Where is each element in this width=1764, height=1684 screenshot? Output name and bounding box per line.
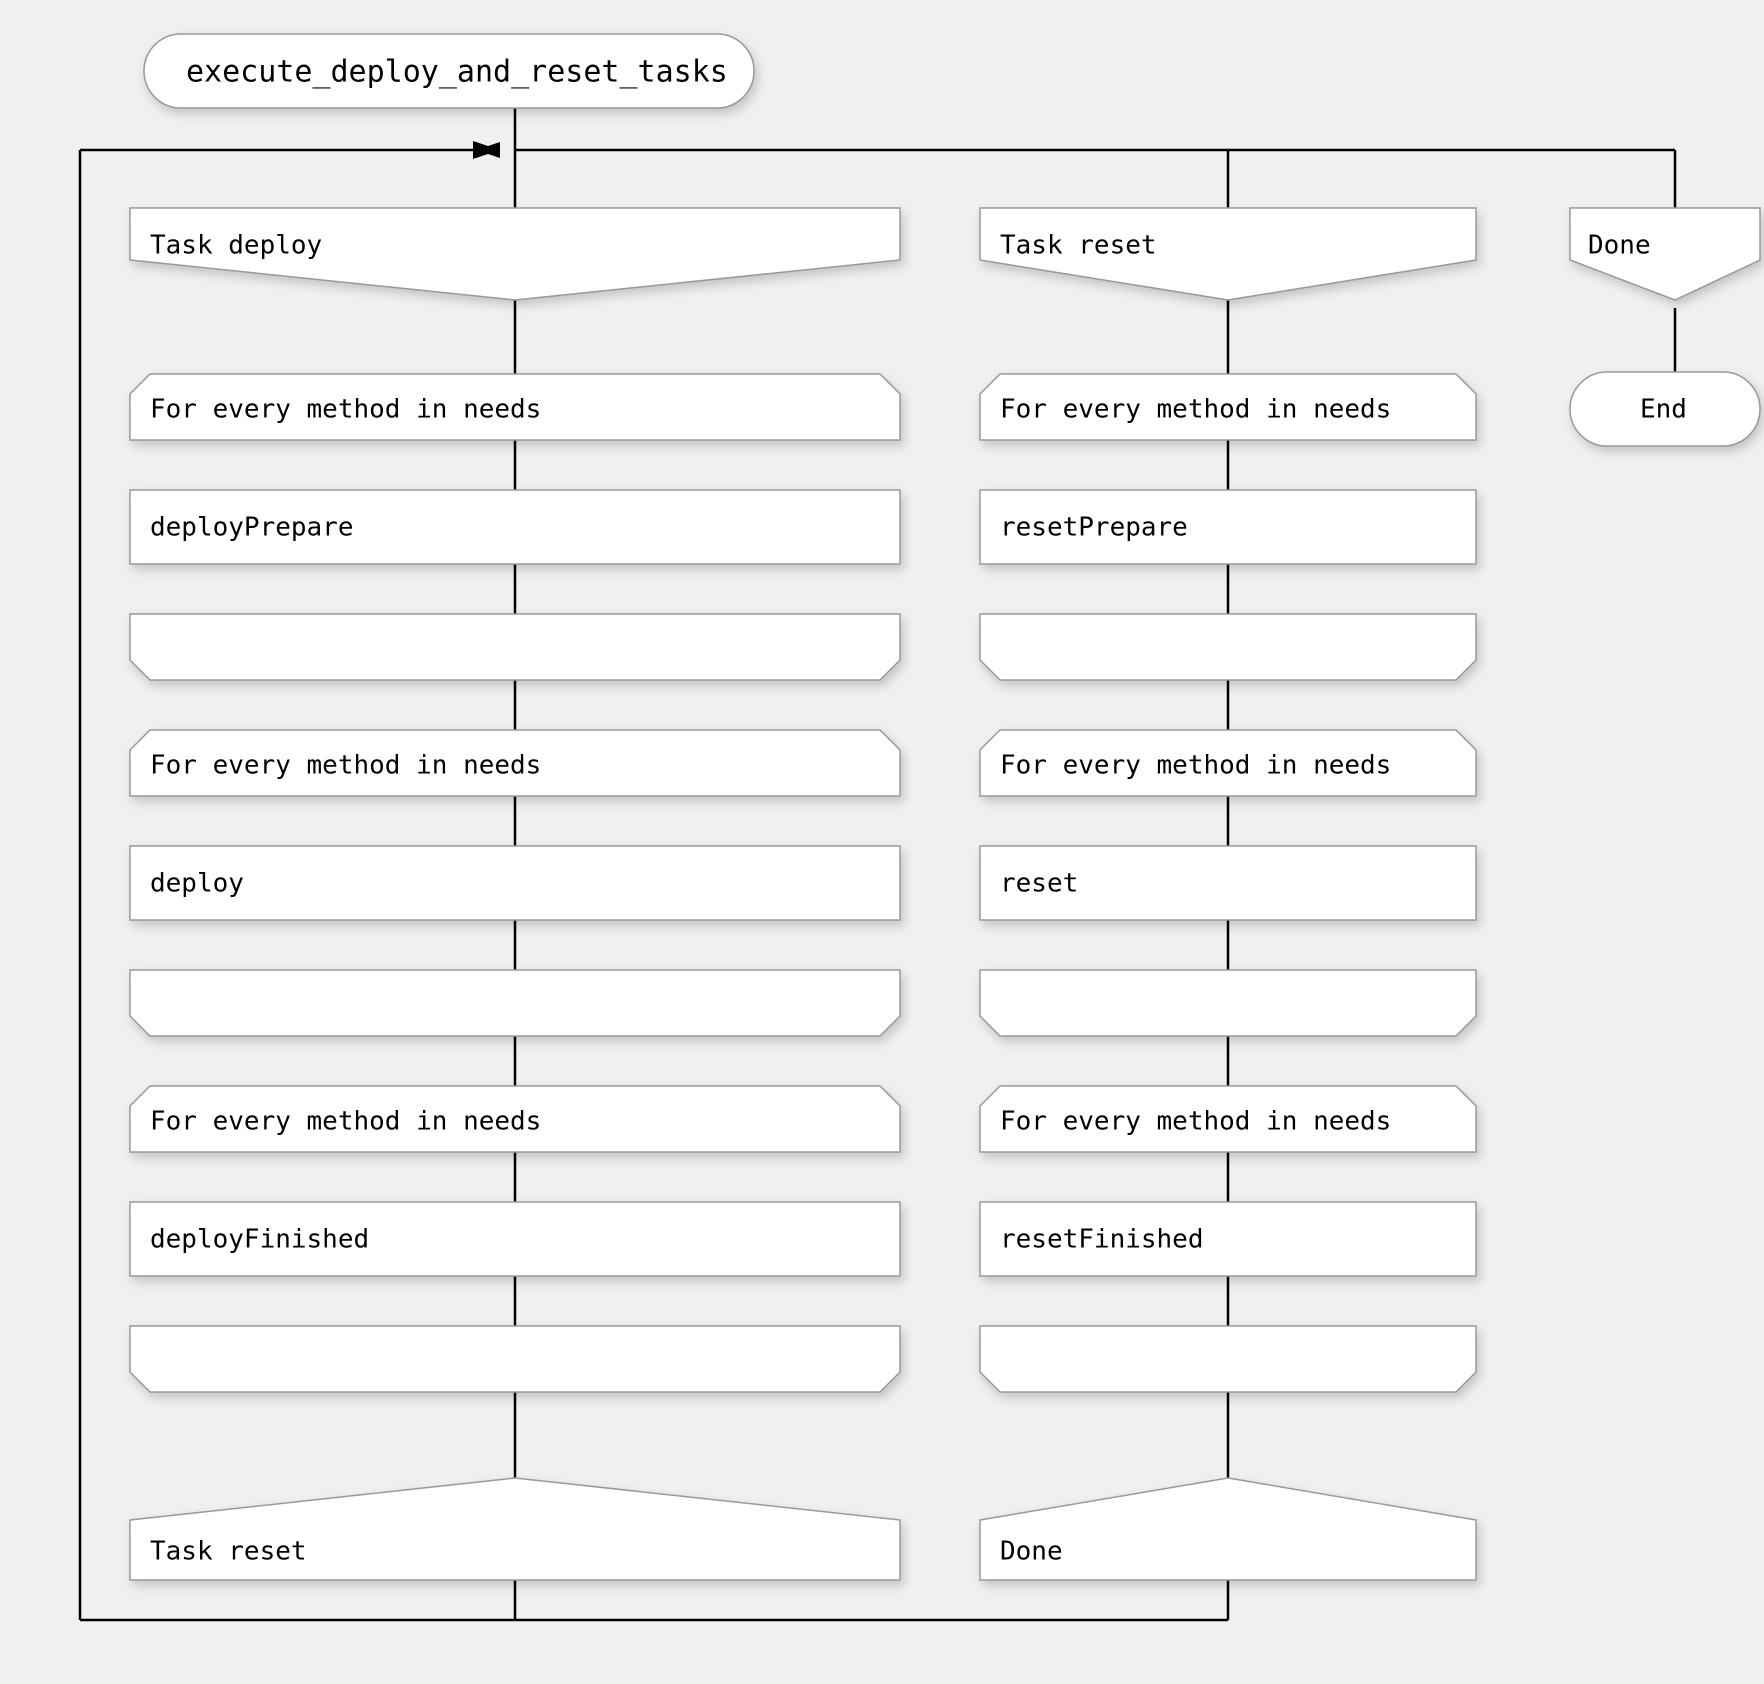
- deploy-step2: deploy: [130, 846, 900, 920]
- reset-step3: resetFinished: [980, 1202, 1476, 1276]
- reset-loop1-label: For every method in needs: [1000, 395, 1391, 425]
- deploy-step2-label: deploy: [150, 869, 244, 899]
- reset-loop2-end: [980, 970, 1476, 1036]
- title-node: execute_deploy_and_reset_tasks: [144, 34, 754, 108]
- reset-loop2-label: For every method in needs: [1000, 751, 1391, 781]
- reset-step2: reset: [980, 846, 1476, 920]
- reset-loop3-label: For every method in needs: [1000, 1107, 1391, 1137]
- deploy-loop1-label: For every method in needs: [150, 395, 541, 425]
- reset-step1-label: resetPrepare: [1000, 513, 1188, 543]
- deploy-step1: deployPrepare: [130, 490, 900, 564]
- reset-step3-label: resetFinished: [1000, 1225, 1204, 1255]
- edges: [476, 108, 1675, 208]
- reset-loop2-start: For every method in needs: [980, 730, 1476, 796]
- deploy-loop3-start: For every method in needs: [130, 1086, 900, 1152]
- deploy-step1-label: deployPrepare: [150, 513, 354, 543]
- title-text: execute_deploy_and_reset_tasks: [186, 55, 728, 90]
- deploy-next-label: Task reset: [150, 1537, 307, 1567]
- deploy-loop3-label: For every method in needs: [150, 1107, 541, 1137]
- reset-loop3-end: [980, 1326, 1476, 1392]
- flowchart-canvas: execute_deploy_and_reset_tasks Task depl…: [0, 0, 1764, 1684]
- reset-loop1-start: For every method in needs: [980, 374, 1476, 440]
- deploy-step3: deployFinished: [130, 1202, 900, 1276]
- reset-branch-header: Task reset: [980, 208, 1476, 300]
- done-branch-header: Done: [1570, 208, 1760, 300]
- reset-step2-label: reset: [1000, 869, 1078, 899]
- reset-next-label: Done: [1000, 1537, 1063, 1567]
- end-label: End: [1640, 395, 1687, 425]
- reset-next-task: Done: [980, 1478, 1476, 1580]
- reset-step1: resetPrepare: [980, 490, 1476, 564]
- arrowhead-icon: [473, 141, 497, 159]
- reset-loop1-end: [980, 614, 1476, 680]
- deploy-loop2-start: For every method in needs: [130, 730, 900, 796]
- deploy-loop2-label: For every method in needs: [150, 751, 541, 781]
- done-branch-label: Done: [1588, 231, 1651, 261]
- deploy-branch-label: Task deploy: [150, 231, 322, 261]
- deploy-loop3-end: [130, 1326, 900, 1392]
- deploy-loop2-end: [130, 970, 900, 1036]
- deploy-branch-header: Task deploy: [130, 208, 900, 300]
- end-node: End: [1570, 372, 1760, 446]
- deploy-next-task: Task reset: [130, 1478, 900, 1580]
- deploy-step3-label: deployFinished: [150, 1225, 369, 1255]
- reset-loop3-start: For every method in needs: [980, 1086, 1476, 1152]
- reset-branch-label: Task reset: [1000, 231, 1157, 261]
- deploy-loop1-start: For every method in needs: [130, 374, 900, 440]
- deploy-loop1-end: [130, 614, 900, 680]
